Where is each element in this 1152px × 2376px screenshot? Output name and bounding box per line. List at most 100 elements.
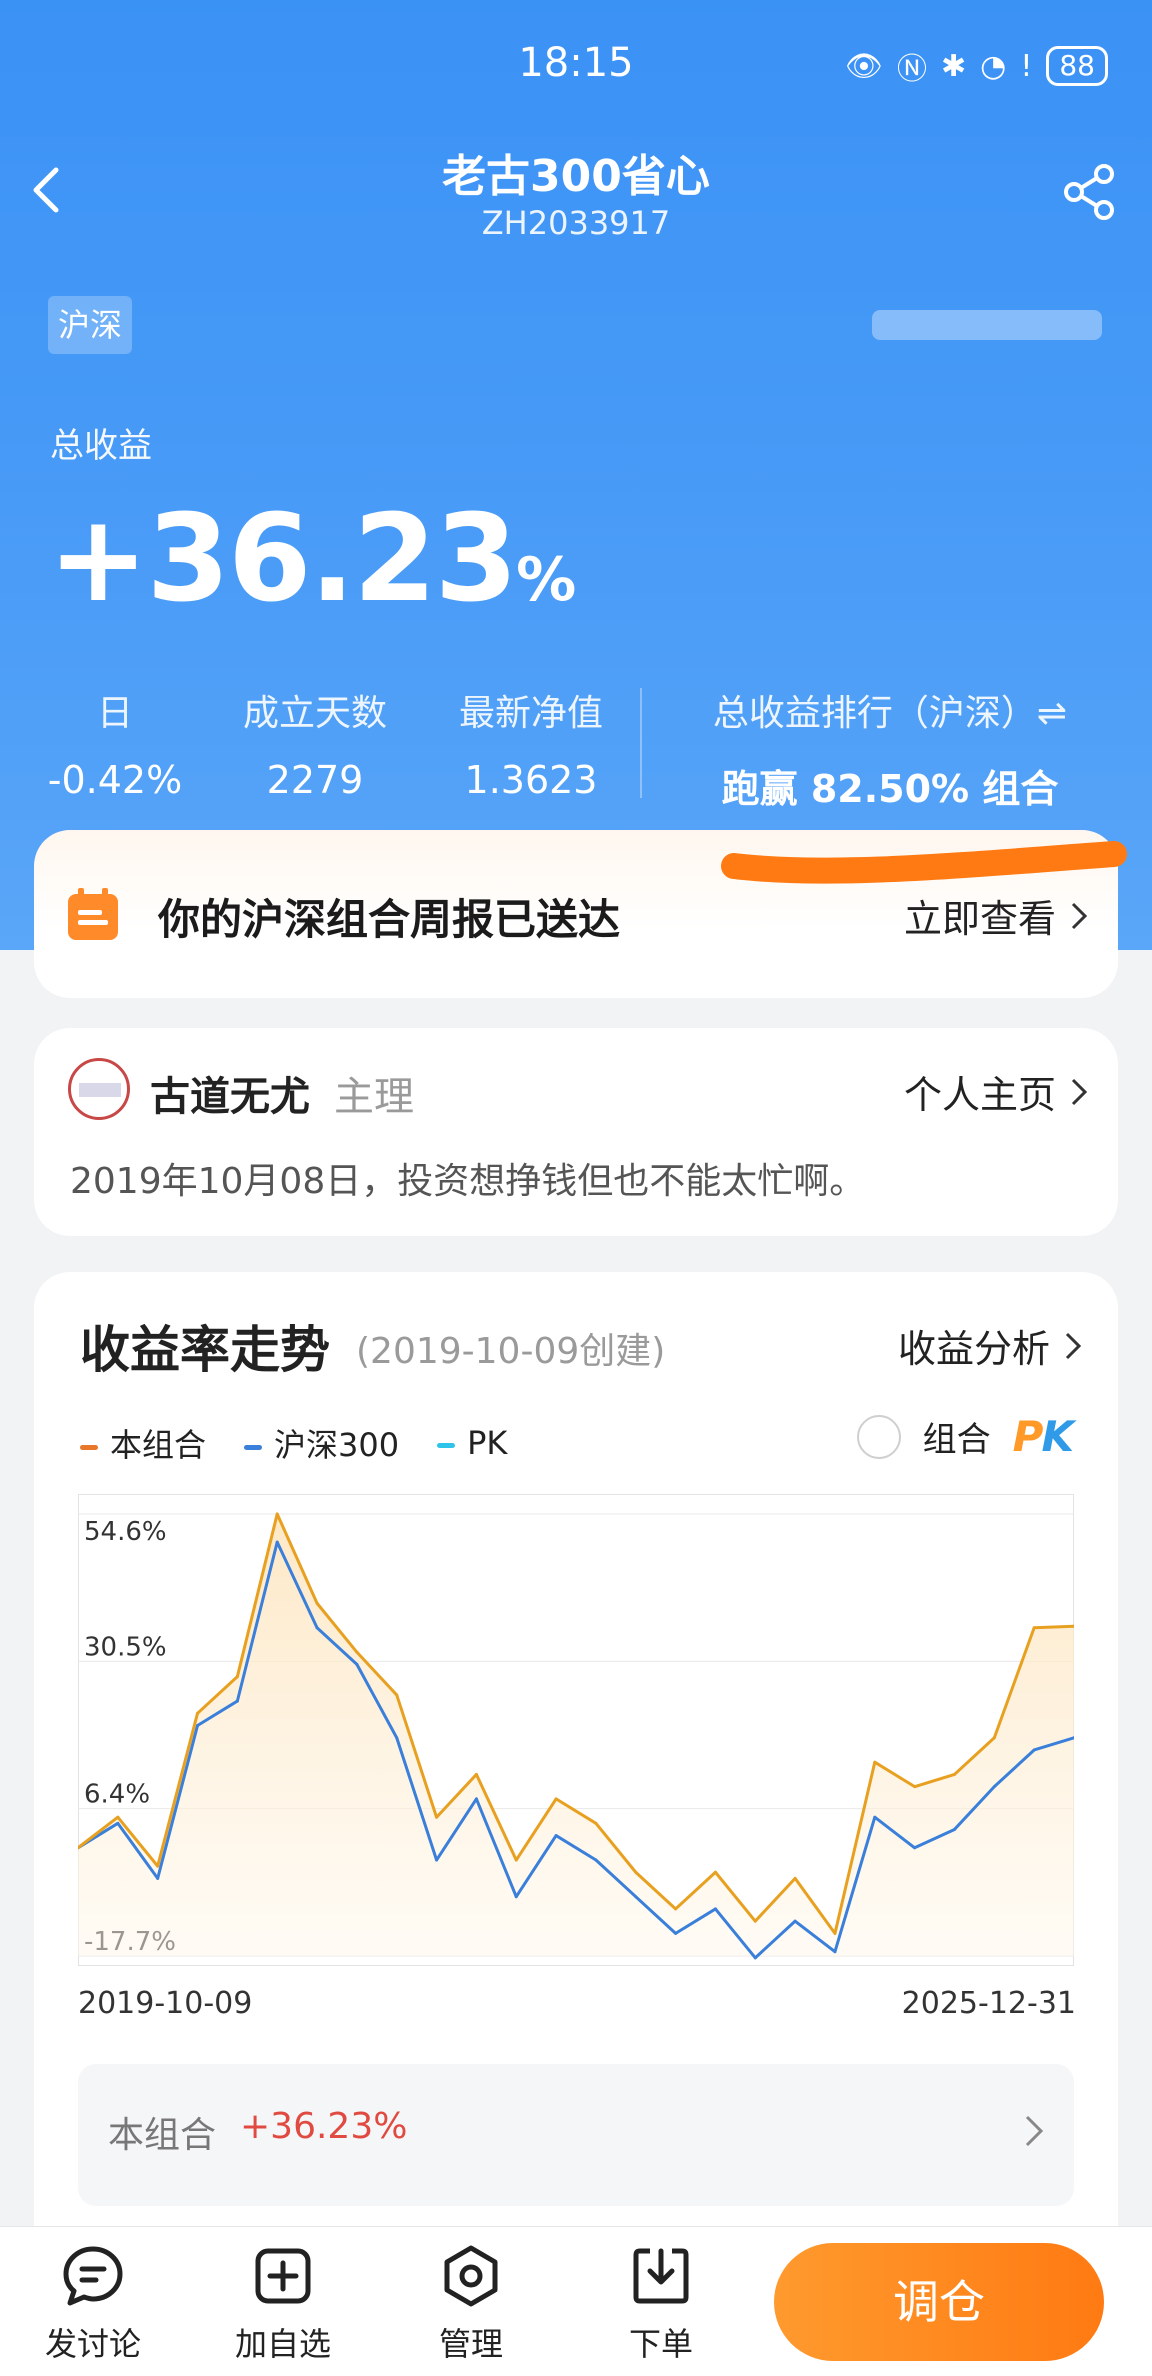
- data-point-index: [355, 1662, 359, 1666]
- data-point-index: [156, 1876, 160, 1880]
- tab-label: 管理: [438, 2325, 503, 2363]
- data-point-portfolio: [713, 1870, 717, 1874]
- data-point-portfolio: [674, 1907, 678, 1911]
- bottom-action-bar: 发讨论 加自选 管理 下单 调仓: [0, 2226, 1152, 2376]
- pk-toggle[interactable]: 组合 PK: [856, 1412, 1074, 1461]
- data-point-portfolio: [793, 1876, 797, 1880]
- view-report-link[interactable]: 立即查看: [904, 888, 1088, 943]
- data-point-portfolio: [1032, 1626, 1036, 1630]
- bluetooth-icon: ✱: [941, 48, 967, 84]
- view-report-label: 立即查看: [903, 897, 1056, 941]
- legend-item-index: 沪深300: [244, 1420, 399, 1466]
- pk-radio[interactable]: [856, 1414, 901, 1459]
- portfolio-summary-row[interactable]: 本组合 +36.23%: [78, 2064, 1074, 2206]
- manager-description: 2019年10月08日，投资想挣钱但也不能太忙啊。: [70, 1161, 866, 1202]
- chart-legend: 本组合 沪深300 PK: [80, 1420, 507, 1466]
- data-point-portfolio: [992, 1736, 996, 1740]
- data-point-portfolio: [355, 1650, 359, 1654]
- data-point-index: [753, 1956, 757, 1960]
- stat-value: -0.42%: [47, 758, 183, 802]
- return-analysis-link[interactable]: 收益分析: [898, 1318, 1082, 1373]
- profile-link[interactable]: 个人主页: [904, 1064, 1088, 1119]
- total-return-value: +36.23%: [48, 490, 576, 629]
- summary-label: 本组合: [108, 2115, 217, 2156]
- data-point-portfolio: [275, 1512, 279, 1516]
- eye-icon: 👁: [844, 48, 883, 84]
- data-point-index: [554, 1834, 558, 1838]
- stat-value: 2279: [266, 758, 364, 802]
- data-point-portfolio: [554, 1797, 558, 1801]
- rank-label: 总收益排行（沪深）⇌: [712, 693, 1068, 734]
- download-box-icon: [633, 2248, 689, 2304]
- data-point-index: [116, 1821, 120, 1825]
- stat-nav: 最新净值 1.3623: [436, 684, 626, 802]
- nfc-icon: Ⓝ: [897, 52, 927, 87]
- data-point-index: [395, 1736, 399, 1740]
- data-point-portfolio: [913, 1785, 917, 1789]
- stat-daily: 日 -0.42%: [40, 684, 190, 802]
- report-text: 你的沪深组合周报已送达: [158, 895, 621, 944]
- data-point-index: [435, 1858, 439, 1862]
- tab-add-watchlist[interactable]: 加自选: [218, 2243, 348, 2365]
- tab-discuss[interactable]: 发讨论: [28, 2243, 158, 2365]
- tab-manage[interactable]: 管理: [406, 2243, 536, 2365]
- legend-item-portfolio: 本组合: [80, 1420, 206, 1466]
- share-icon[interactable]: [1058, 160, 1122, 224]
- market-tag: 沪深: [48, 296, 133, 354]
- chevron-right-icon: [1025, 2115, 1044, 2147]
- data-point-portfolio: [873, 1760, 877, 1764]
- rebalance-button[interactable]: 调仓: [774, 2243, 1104, 2361]
- weekly-report-card[interactable]: 你的沪深组合周报已送达 立即查看: [34, 830, 1127, 998]
- data-point-index: [634, 1895, 638, 1899]
- data-point-index: [873, 1815, 877, 1819]
- legend-swatch: [80, 1444, 98, 1450]
- wifi-icon: ◔: [980, 48, 1007, 84]
- data-point-index: [992, 1785, 996, 1789]
- avatar[interactable]: [68, 1058, 130, 1120]
- data-point-index: [913, 1846, 917, 1850]
- legend-label: 沪深300: [274, 1426, 400, 1464]
- data-point-portfolio: [156, 1864, 160, 1868]
- x-start-label: 2019-10-09: [78, 1986, 253, 2021]
- data-point-portfolio: [435, 1815, 439, 1819]
- tab-order[interactable]: 下单: [596, 2243, 726, 2365]
- data-point-portfolio: [235, 1675, 239, 1679]
- summary-value: +36.23%: [240, 2106, 408, 2147]
- data-point-portfolio: [116, 1815, 120, 1819]
- watermark-logo: [872, 310, 1102, 340]
- data-point-index: [793, 1919, 797, 1923]
- stat-rank[interactable]: 总收益排行（沪深）⇌ 跑赢 82.50% 组合: [660, 684, 1120, 813]
- legend-label: PK: [467, 1424, 508, 1462]
- tab-label: 下单: [628, 2325, 693, 2363]
- data-point-portfolio: [474, 1772, 478, 1776]
- data-point-index: [1032, 1748, 1036, 1752]
- return-chart[interactable]: 54.6%30.5%6.4%-17.7%: [78, 1494, 1074, 1966]
- portfolio-area: [78, 1514, 1074, 1956]
- chart-subtitle: (2019-10-09创建): [356, 1331, 666, 1372]
- data-point-portfolio: [753, 1919, 757, 1923]
- legend-label: 本组合: [110, 1426, 207, 1464]
- data-point-index: [235, 1699, 239, 1703]
- status-bar: 18:15 👁 Ⓝ ✱ ◔ ! 88: [0, 40, 1152, 100]
- data-point-index: [196, 1724, 200, 1728]
- add-box-icon: [255, 2248, 311, 2304]
- data-point-portfolio: [833, 1931, 837, 1935]
- chat-icon: [63, 2246, 123, 2306]
- chart-card: 收益率走势 (2019-10-09创建) 收益分析 本组合 沪深300 PK 组…: [34, 1272, 1118, 2376]
- y-tick-label: 30.5%: [84, 1632, 167, 1662]
- data-point-index: [275, 1540, 279, 1544]
- y-tick-label: 6.4%: [84, 1780, 150, 1810]
- data-point-portfolio: [634, 1870, 638, 1874]
- portfolio-code: ZH2033917: [481, 204, 671, 242]
- report-icon: [68, 888, 118, 940]
- manager-role: 主理: [334, 1074, 414, 1120]
- data-point-portfolio: [315, 1601, 319, 1605]
- status-icons: 👁 Ⓝ ✱ ◔ ! 88: [845, 44, 1108, 88]
- highlight-stroke: [721, 841, 1127, 884]
- data-point-index: [952, 1827, 956, 1831]
- profile-link-label: 个人主页: [903, 1073, 1056, 1117]
- data-point-index: [474, 1797, 478, 1801]
- stat-value: 1.3623: [464, 758, 598, 802]
- chart-title: 收益率走势: [80, 1321, 330, 1379]
- battery-indicator: 88: [1046, 46, 1108, 86]
